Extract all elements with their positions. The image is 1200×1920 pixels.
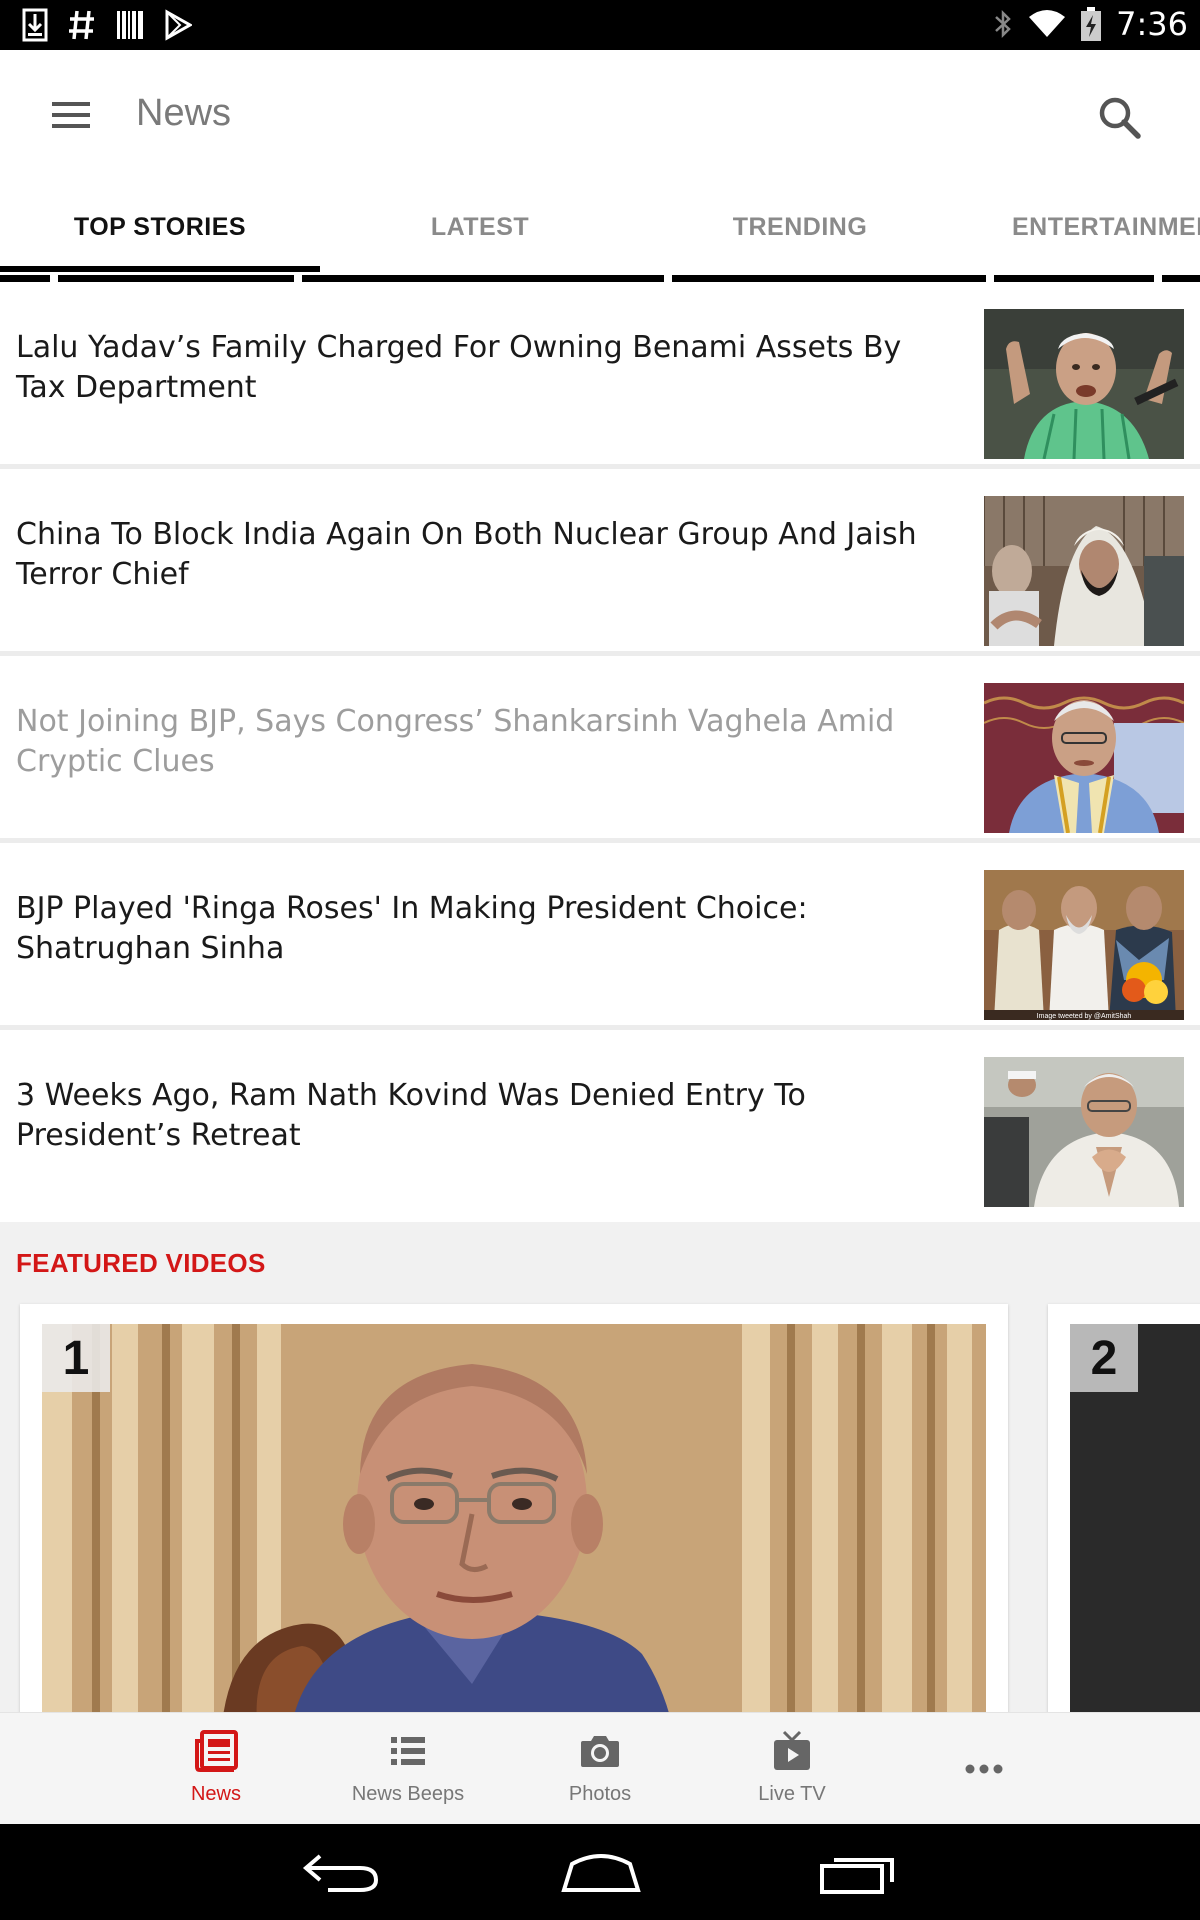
story-item[interactable]: Not Joining BJP, Says Congress’ Shankars…	[0, 656, 1200, 843]
status-bar: 7:36	[0, 0, 1200, 50]
story-title: BJP Played 'Ringa Roses' In Making Presi…	[16, 891, 808, 966]
story-title: Not Joining BJP, Says Congress’ Shankars…	[16, 704, 895, 779]
featured-videos-section: FEATURED VIDEOS 1 2	[0, 1222, 1200, 1724]
list-icon	[391, 1737, 425, 1765]
story-item[interactable]: China To Block India Again On Both Nucle…	[0, 469, 1200, 656]
tab-entertainment[interactable]: ENTERTAINMENT	[1012, 182, 1200, 272]
story-thumbnail	[984, 309, 1184, 459]
story-list: Lalu Yadav’s Family Charged For Owning B…	[0, 282, 1200, 1217]
story-thumbnail	[984, 683, 1184, 833]
nav-label: News Beeps	[351, 1783, 465, 1805]
story-title: China To Block India Again On Both Nucle…	[16, 517, 917, 592]
wifi-icon	[1029, 10, 1066, 37]
category-tabs: TOP STORIES LATEST TRENDING ENTERTAINMEN…	[0, 182, 1200, 282]
nav-more[interactable]	[904, 1713, 1064, 1825]
tv-icon	[774, 1730, 810, 1770]
download-icon	[22, 8, 48, 42]
story-item[interactable]: 3 Weeks Ago, Ram Nath Kovind Was Denied …	[0, 1030, 1200, 1217]
bluetooth-icon	[995, 9, 1011, 39]
tab-latest[interactable]: LATEST	[320, 182, 640, 272]
active-tab-indicator	[0, 266, 320, 272]
more-icon	[965, 1764, 1003, 1774]
home-button[interactable]	[556, 1846, 646, 1898]
tab-trending[interactable]: TRENDING	[640, 182, 960, 272]
play-store-icon	[165, 9, 192, 41]
video-rank-badge: 2	[1070, 1324, 1138, 1392]
video-thumbnail: 2	[1070, 1324, 1200, 1724]
video-rank-badge: 1	[42, 1324, 110, 1392]
nav-news-beeps[interactable]: News Beeps	[328, 1713, 488, 1825]
camera-icon	[581, 1736, 619, 1767]
section-title: FEATURED VIDEOS	[16, 1248, 266, 1278]
system-status: 7:36	[992, 5, 1188, 43]
hash-icon	[69, 10, 94, 40]
tab-scroll-strip	[0, 275, 50, 282]
tab-scroll-strip	[672, 275, 986, 282]
recents-icon	[820, 1858, 894, 1894]
story-item[interactable]: BJP Played 'Ringa Roses' In Making Presi…	[0, 843, 1200, 1030]
thumbnail-caption: Image tweeted by @AmitShah	[1037, 1013, 1132, 1020]
bottom-navigation: News News Beeps Photos Live TV	[0, 1712, 1200, 1824]
search-button[interactable]	[1092, 90, 1148, 146]
tab-top-stories[interactable]: TOP STORIES	[0, 182, 320, 272]
barcode-icon	[117, 11, 143, 39]
page-title: News	[136, 92, 232, 134]
app-bar: News	[0, 50, 1200, 182]
tab-scroll-strip	[58, 275, 294, 282]
nav-label: Photos	[568, 1783, 632, 1805]
story-thumbnail	[984, 496, 1184, 646]
hamburger-menu-icon	[52, 102, 90, 128]
tab-scroll-strip	[1162, 275, 1200, 282]
video-thumbnail: 1	[42, 1324, 986, 1724]
clock: 7:36	[1116, 5, 1188, 43]
nav-photos[interactable]: Photos	[520, 1713, 680, 1825]
system-navigation-bar	[0, 1824, 1200, 1920]
search-icon	[1099, 97, 1141, 139]
nav-live-tv[interactable]: Live TV	[712, 1713, 872, 1825]
recents-button[interactable]	[814, 1846, 904, 1898]
back-button[interactable]	[298, 1846, 388, 1898]
tab-scroll-strip	[994, 275, 1154, 282]
home-icon	[561, 1854, 641, 1892]
back-icon	[302, 1854, 379, 1892]
tab-scroll-strip	[302, 275, 664, 282]
newspaper-icon	[195, 1730, 238, 1772]
story-title: Lalu Yadav’s Family Charged For Owning B…	[16, 330, 902, 405]
video-card[interactable]: 1	[20, 1304, 1008, 1724]
menu-button[interactable]	[42, 92, 102, 140]
video-card[interactable]: 2	[1048, 1304, 1200, 1724]
nav-label: Live TV	[758, 1783, 826, 1805]
notification-icons	[22, 8, 192, 42]
story-thumbnail: Image tweeted by @AmitShah	[984, 870, 1184, 1020]
battery-charging-icon	[1081, 7, 1102, 41]
story-thumbnail	[984, 1057, 1184, 1207]
story-title: 3 Weeks Ago, Ram Nath Kovind Was Denied …	[16, 1078, 806, 1153]
story-item[interactable]: Lalu Yadav’s Family Charged For Owning B…	[0, 282, 1200, 469]
nav-news[interactable]: News	[136, 1713, 296, 1825]
nav-label: News	[190, 1783, 241, 1805]
